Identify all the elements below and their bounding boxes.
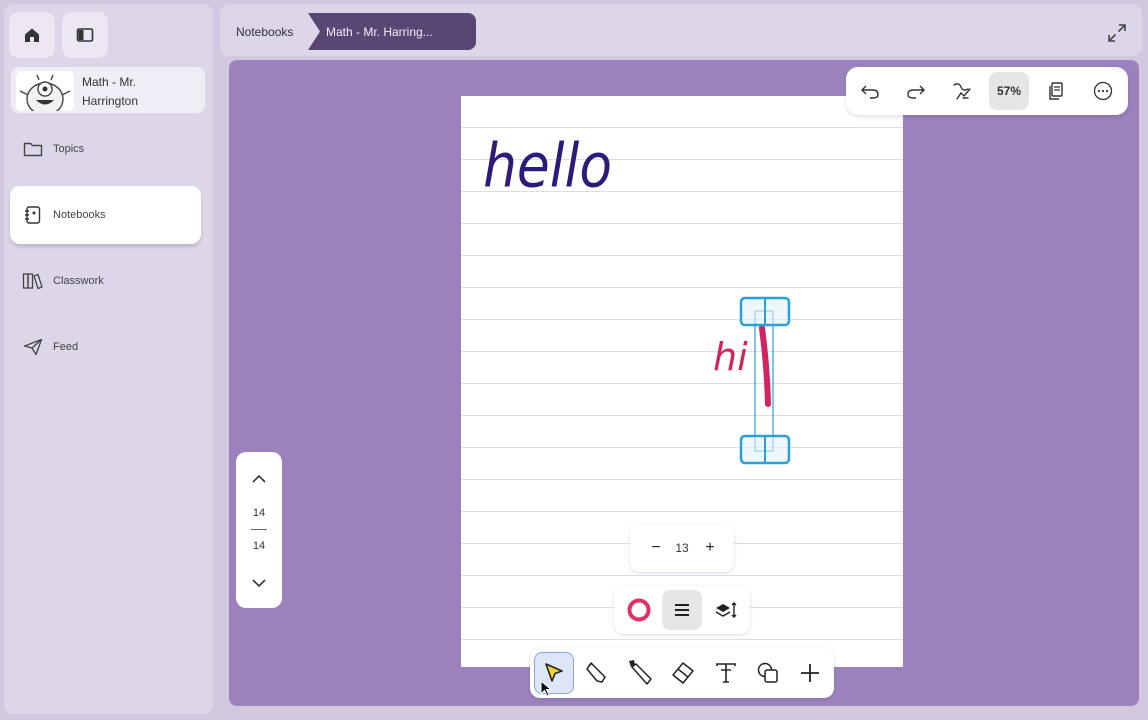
chevron-up-icon [252, 474, 266, 483]
page-navigator: 14 14 [236, 452, 282, 608]
eraser-tool[interactable] [663, 652, 703, 694]
layer-order-button[interactable] [706, 590, 746, 630]
sidebar-item-notebooks[interactable]: Notebooks [10, 186, 201, 244]
copy-pages-icon [1049, 82, 1063, 100]
current-page-number: 14 [252, 507, 266, 519]
touch-draw-toggle[interactable] [942, 72, 982, 110]
marker-tool[interactable] [620, 652, 660, 694]
shapes-tool[interactable] [748, 652, 788, 694]
notebook-icon [22, 204, 44, 226]
mouse-cursor [540, 680, 553, 697]
more-options-button[interactable] [1083, 72, 1123, 110]
plus-icon [801, 664, 819, 682]
stroke-options-panel [614, 586, 750, 634]
breadcrumb-notebooks[interactable]: Notebooks [226, 13, 318, 50]
handwriting-hi: hi [713, 335, 748, 379]
lines-icon [675, 604, 689, 616]
expand-icon [1108, 24, 1126, 42]
breadcrumb-current[interactable]: Math - Mr. Harring... [308, 13, 476, 50]
books-icon [22, 270, 44, 292]
stroke-size-value: 13 [675, 541, 689, 555]
redo-icon [907, 85, 925, 99]
next-page-button[interactable] [244, 570, 274, 596]
layers-icon [715, 602, 737, 618]
sidebar-item-label: Feed [53, 341, 79, 353]
pen-icon [586, 662, 606, 683]
home-icon [25, 28, 39, 42]
page-divider [251, 529, 267, 530]
sidebar: Math - Mr. Harrington Topics Notebooks C… [4, 4, 213, 714]
decrease-size-button[interactable]: − [644, 536, 668, 560]
handwriting-hello: hello [483, 130, 612, 201]
pages-button[interactable] [1036, 72, 1076, 110]
pen-color-button[interactable] [620, 590, 658, 630]
redo-button[interactable] [896, 72, 936, 110]
shapes-icon [757, 662, 778, 683]
total-page-count: 14 [252, 540, 266, 552]
sidebar-item-topics[interactable]: Topics [10, 120, 201, 178]
top-bar: Notebooks Math - Mr. Harring... [220, 4, 1142, 56]
sidebar-panel-icon [76, 28, 94, 42]
drawing-tools-bar [530, 648, 834, 698]
chevron-down-icon [252, 579, 266, 588]
text-tool[interactable] [706, 652, 746, 694]
canvas-toolbar: 57% [846, 67, 1128, 115]
sidebar-item-feed[interactable]: Feed [10, 318, 201, 376]
undo-icon [861, 85, 879, 99]
more-icon [1093, 81, 1113, 101]
pen-tool[interactable] [577, 652, 617, 694]
notebook-page[interactable]: hello hi [461, 96, 903, 667]
page-ink-layer: hello hi [483, 130, 791, 465]
sidebar-item-label: Classwork [53, 275, 104, 287]
notebook-avatar [16, 71, 74, 111]
current-notebook-card[interactable]: Math - Mr. Harrington [11, 67, 205, 113]
notebook-name: Math - Mr. Harrington [82, 75, 139, 108]
folder-icon [22, 138, 44, 160]
expand-button[interactable] [1106, 22, 1128, 44]
sidebar-item-classwork[interactable]: Classwork [10, 252, 201, 310]
sidebar-item-label: Topics [53, 143, 85, 155]
stroke-style-button[interactable] [662, 590, 702, 630]
previous-page-button[interactable] [244, 466, 274, 492]
marker-icon [629, 660, 652, 685]
zoom-level-button[interactable]: 57% [989, 72, 1029, 110]
undo-button[interactable] [850, 72, 890, 110]
monster-avatar-icon [19, 74, 71, 111]
toggle-sidebar-button[interactable] [62, 12, 108, 58]
text-icon [716, 663, 736, 683]
increase-size-button[interactable]: + [698, 536, 722, 560]
selected-stroke [759, 325, 771, 407]
add-tool[interactable] [790, 652, 830, 694]
color-ring-icon [627, 598, 651, 622]
stroke-size-stepper: − 13 + [630, 524, 734, 572]
eraser-icon [672, 662, 694, 684]
hand-draw-icon [953, 83, 971, 100]
send-icon [22, 336, 44, 358]
sidebar-item-label: Notebooks [53, 209, 106, 221]
home-button[interactable] [9, 12, 55, 58]
